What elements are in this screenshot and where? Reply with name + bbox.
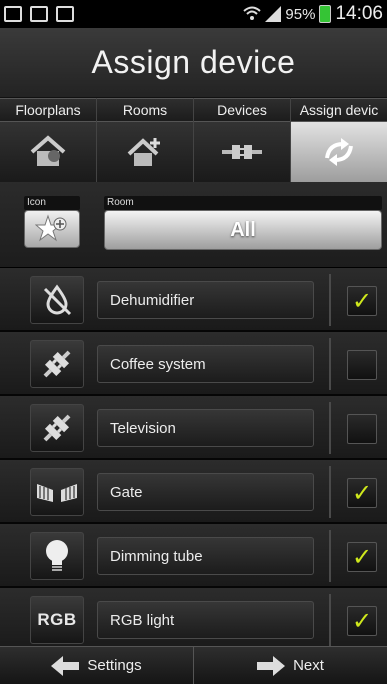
device-checkbox[interactable] — [347, 350, 377, 380]
tab-label: Assign devic — [291, 98, 387, 122]
picture-icon — [4, 6, 22, 22]
icon-select-button[interactable] — [24, 210, 80, 248]
tab-assign-device[interactable]: Assign devic — [291, 98, 387, 182]
divider — [329, 274, 331, 326]
divider — [329, 466, 331, 518]
device-name-field[interactable]: Dehumidifier — [97, 281, 314, 319]
clock: 14:06 — [335, 3, 383, 24]
wifi-icon — [243, 6, 262, 20]
device-icon-button[interactable] — [30, 340, 84, 388]
device-checkbox[interactable]: ✓ — [347, 542, 377, 572]
room-label: Room — [104, 196, 382, 210]
next-button[interactable]: Next — [194, 647, 387, 684]
tab-rooms[interactable]: Rooms — [97, 98, 194, 182]
battery-icon — [319, 5, 332, 23]
tab-bar: Floorplans Rooms Devices Assign devic — [0, 98, 387, 182]
device-icon-button[interactable] — [30, 276, 84, 324]
tab-label: Floorplans — [0, 98, 96, 122]
rgb-icon: RGB — [37, 610, 77, 629]
device-checkbox[interactable]: ✓ — [347, 606, 377, 636]
device-name-field[interactable]: Television — [97, 409, 314, 447]
page-title: Assign device — [91, 44, 296, 80]
battery-percent: 95% — [285, 5, 316, 23]
device-row-television: Television — [0, 396, 387, 460]
divider — [329, 402, 331, 454]
assign-arrows-icon — [325, 138, 353, 166]
no-drop-icon — [43, 284, 72, 316]
device-row-coffee-system: Coffee system — [0, 332, 387, 396]
settings-label: Settings — [87, 657, 142, 674]
device-icon-button[interactable]: RGB — [30, 596, 84, 644]
page-icon — [30, 6, 48, 22]
plug-icon — [43, 350, 71, 378]
device-name-field[interactable]: Coffee system — [97, 345, 314, 383]
bulb-icon — [46, 540, 68, 571]
house-map-icon — [30, 135, 66, 166]
title-bar: Assign device — [0, 28, 387, 98]
divider — [329, 530, 331, 582]
divider — [329, 338, 331, 390]
tab-devices[interactable]: Devices — [194, 98, 291, 182]
device-row-rgb-light: RGB RGB light ✓ — [0, 588, 387, 652]
filter-bar: Icon Room All — [0, 182, 387, 268]
house-plus-icon — [127, 138, 160, 166]
device-checkbox[interactable]: ✓ — [347, 478, 377, 508]
next-label: Next — [293, 657, 324, 674]
tab-label: Devices — [194, 98, 290, 122]
device-row-dimming-tube: Dimming tube ✓ — [0, 524, 387, 588]
device-row-dehumidifier: Dehumidifier ✓ — [0, 268, 387, 332]
device-icon-button[interactable] — [30, 468, 84, 516]
status-bar: 95% 14:06 — [0, 0, 387, 28]
bottom-bar: Settings Next — [0, 646, 387, 684]
device-name-field[interactable]: Gate — [97, 473, 314, 511]
tab-floorplans[interactable]: Floorplans — [0, 98, 97, 182]
device-name-field[interactable]: RGB light — [97, 601, 314, 639]
arrow-right-icon — [257, 655, 286, 676]
tab-label: Rooms — [97, 98, 193, 122]
gate-icon — [37, 484, 77, 502]
arrow-left-icon — [51, 655, 80, 676]
device-name-field[interactable]: Dimming tube — [97, 537, 314, 575]
plug-icon — [222, 145, 262, 159]
settings-button[interactable]: Settings — [0, 647, 194, 684]
device-icon-button[interactable] — [30, 404, 84, 452]
plug-icon — [43, 414, 71, 442]
device-checkbox[interactable] — [347, 414, 377, 444]
icon-label: Icon — [24, 196, 80, 210]
room-select-button[interactable]: All — [104, 210, 382, 250]
device-icon-button[interactable] — [30, 532, 84, 580]
device-row-gate: Gate ✓ — [0, 460, 387, 524]
divider — [329, 594, 331, 646]
clipboard-check-icon — [56, 6, 74, 22]
star-plus-icon — [35, 214, 67, 242]
device-checkbox[interactable]: ✓ — [347, 286, 377, 316]
signal-icon — [265, 6, 282, 22]
device-list: Dehumidifier ✓ Coffee system Television … — [0, 268, 387, 652]
